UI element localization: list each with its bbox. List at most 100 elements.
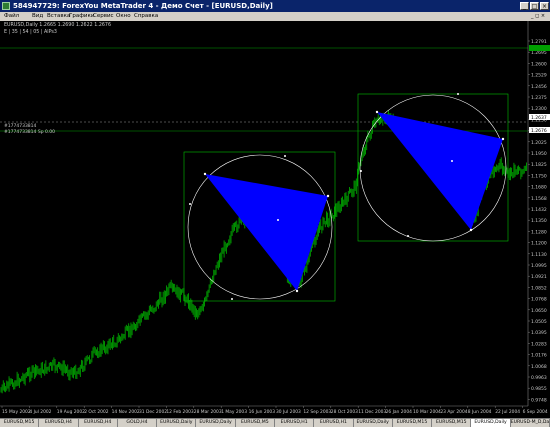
price-tick-label: 1.0395 bbox=[531, 330, 547, 336]
price-tick-label: 1.1280 bbox=[531, 229, 547, 235]
anchor-point[interactable] bbox=[203, 172, 207, 176]
chart-tab[interactable]: EURUSD,Daily bbox=[471, 419, 511, 427]
price-tick-label: 1.1130 bbox=[531, 252, 547, 258]
anchor-point[interactable] bbox=[189, 203, 191, 205]
price-tick-label: 1.0768 bbox=[531, 297, 547, 303]
anchor-point[interactable] bbox=[326, 194, 330, 198]
price-tick-label: 1.1350 bbox=[531, 218, 547, 224]
price-tick-label: 0.9748 bbox=[531, 397, 547, 403]
date-tick-label: 8 Jun 2004 bbox=[468, 409, 492, 415]
pattern-2[interactable] bbox=[357, 93, 509, 242]
date-tick-label: 26 Jan 2004 bbox=[386, 409, 413, 415]
chart-tab[interactable]: EURUSD,H1 bbox=[275, 419, 315, 427]
date-tick-label: 10 Mar 2004 bbox=[413, 409, 441, 415]
date-tick-label: 4 Jul 2002 bbox=[29, 409, 51, 415]
anchor-point[interactable] bbox=[407, 235, 409, 237]
price-highlight-2: 1.2676 bbox=[531, 128, 547, 134]
date-tick-label: 28 Mar 2003 bbox=[194, 409, 222, 415]
menu-file[interactable]: Файл bbox=[4, 12, 19, 21]
title-bar: 584947729: ForexYou MetaTrader 4 - Демо … bbox=[0, 0, 550, 12]
anchor-point[interactable] bbox=[231, 298, 233, 300]
price-highlight-1: 1.2637 bbox=[531, 115, 547, 121]
chart-tab[interactable]: EURUSD,H4 bbox=[79, 419, 118, 427]
menu-tools[interactable]: Сервис bbox=[93, 12, 114, 21]
pattern-triangle bbox=[205, 174, 328, 291]
anchor-point[interactable] bbox=[360, 170, 362, 172]
chart-tab[interactable]: EURUSD,M15 bbox=[432, 419, 472, 427]
price-tick-label: 1.1825 bbox=[531, 162, 547, 168]
price-chart[interactable]: EURUSD,Daily 1.2665 1.2690 1.2622 1.2676… bbox=[0, 21, 550, 418]
window-title: 584947729: ForexYou MetaTrader 4 - Демо … bbox=[13, 2, 273, 10]
date-tick-label: 16 Jun 2003 bbox=[249, 409, 276, 415]
date-tick-label: 12 Sep 2003 bbox=[303, 409, 331, 415]
chart-tab[interactable]: EURUSD,Daily bbox=[196, 419, 236, 427]
chart-canvas: #1774733814 #1774733814 Sp 0.00 1.27911.… bbox=[0, 21, 550, 415]
menu-insert[interactable]: Вставка bbox=[47, 12, 70, 21]
date-axis: 15 May 20024 Jul 2002 19 Aug 2002 2 Oct 20… bbox=[1, 406, 548, 415]
chart-tab[interactable]: EURUSD,Daily bbox=[354, 419, 393, 427]
price-tick-label: 0.9963 bbox=[531, 375, 547, 381]
menu-view[interactable]: Вид bbox=[32, 12, 43, 21]
minimize-button[interactable]: _ bbox=[520, 2, 529, 10]
anchor-point[interactable] bbox=[501, 137, 505, 141]
price-tick-label: 1.2600 bbox=[531, 61, 547, 67]
price-tick-label: 1.2695 bbox=[531, 50, 547, 56]
price-tick-label: 1.1680 bbox=[531, 185, 547, 191]
anchor-point[interactable] bbox=[375, 110, 379, 114]
pattern-1[interactable] bbox=[183, 151, 336, 302]
menu-bar: Файл Вид Вставка Графики Сервис Окно Спр… bbox=[0, 12, 550, 21]
chart-tab[interactable]: EURUSD,M5 bbox=[236, 419, 275, 427]
menu-help[interactable]: Справка bbox=[134, 12, 158, 21]
date-tick-label: 6 Sep 2004 bbox=[523, 409, 548, 415]
date-tick-label: 1 May 2003 bbox=[221, 409, 247, 415]
chart-tab[interactable]: EURUSD,H4 bbox=[39, 419, 79, 427]
chart-tabs: EURUSD,M15 EURUSD,H4 EURUSD,H4 GOLD,H4 EURUS… bbox=[0, 418, 550, 427]
price-tick-label: 1.0650 bbox=[531, 308, 547, 314]
price-tick-label: 1.0852 bbox=[531, 285, 547, 291]
menu-restore-icon[interactable]: _ ◻ × bbox=[531, 12, 545, 21]
price-tick-label: 1.2375 bbox=[531, 95, 547, 101]
price-tick-label: 1.2300 bbox=[531, 106, 547, 112]
center-point[interactable] bbox=[277, 219, 279, 221]
date-tick-label: 11 Dec 2003 bbox=[358, 409, 386, 415]
date-tick-label: 28 Oct 2003 bbox=[331, 409, 358, 415]
price-tick-label: 1.1568 bbox=[531, 196, 547, 202]
price-tick-label: 1.0921 bbox=[531, 274, 547, 280]
chart-tab[interactable]: EURUSD-M_D,Daily (offline) bbox=[511, 419, 550, 427]
order-label-2: #1774733814 Sp 0.00 bbox=[4, 129, 55, 135]
date-tick-label: 22 Jul 2004 bbox=[495, 409, 520, 415]
chart-tab[interactable]: EURUSD,M15 bbox=[393, 419, 433, 427]
chart-tab[interactable]: GOLD,H4 bbox=[118, 419, 158, 427]
anchor-point[interactable] bbox=[284, 155, 286, 157]
price-tick-label: 1.1750 bbox=[531, 173, 547, 179]
menu-charts[interactable]: Графики bbox=[69, 12, 94, 21]
price-tick-label: 1.0068 bbox=[531, 364, 547, 370]
price-tick-label: 0.9855 bbox=[531, 386, 547, 392]
center-point[interactable] bbox=[451, 160, 453, 162]
price-tick-label: 1.2025 bbox=[531, 140, 547, 146]
date-tick-label: 2 Oct 2002 bbox=[84, 409, 109, 415]
price-tick-label: 1.0283 bbox=[531, 341, 547, 347]
price-tick-label: 1.0995 bbox=[531, 263, 547, 269]
date-tick-label: 30 Jul 2003 bbox=[276, 409, 301, 415]
date-tick-label: 14 Nov 2002 bbox=[112, 409, 140, 415]
chart-tab[interactable]: EURUSD,H1 bbox=[314, 419, 354, 427]
price-tick-label: 1.1432 bbox=[531, 207, 547, 213]
date-tick-label: 23 Apr 2004 bbox=[440, 409, 467, 415]
anchor-point[interactable] bbox=[295, 289, 299, 293]
close-button[interactable]: × bbox=[540, 2, 549, 10]
price-tick-label: 1.1950 bbox=[531, 151, 547, 157]
price-tick-label: 1.0505 bbox=[531, 319, 547, 325]
app-icon bbox=[2, 2, 10, 10]
anchor-point[interactable] bbox=[469, 228, 473, 232]
anchor-point[interactable] bbox=[457, 93, 459, 95]
chart-tab[interactable]: EURUSD,M15 bbox=[0, 419, 40, 427]
chart-tab[interactable]: EURUSD,Daily bbox=[157, 419, 197, 427]
menu-window[interactable]: Окно bbox=[116, 12, 131, 21]
price-tick-label: 1.2529 bbox=[531, 73, 547, 79]
pattern-triangle bbox=[377, 112, 503, 230]
price-tick-label: 1.1200 bbox=[531, 241, 547, 247]
maximize-button[interactable]: □ bbox=[530, 2, 539, 10]
price-tick-label: 1.0176 bbox=[531, 353, 547, 359]
date-tick-label: 15 May 2002 bbox=[2, 409, 31, 415]
